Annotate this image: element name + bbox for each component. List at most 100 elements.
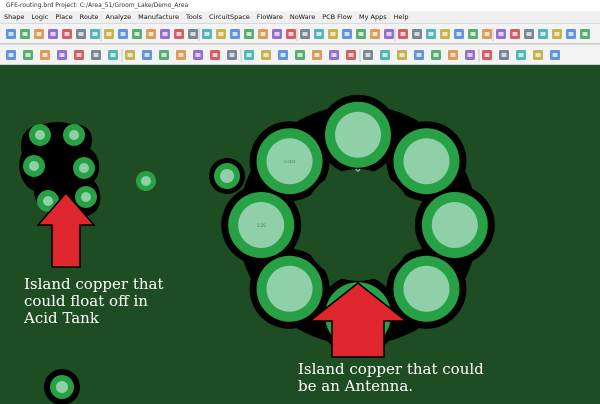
bundle-icon[interactable] [176,50,186,60]
left-pad[interactable] [23,155,45,177]
cross-section-icon[interactable] [482,50,492,60]
check-icon[interactable] [465,50,475,60]
ring-pad[interactable] [325,101,391,168]
boundary-icon[interactable] [397,50,407,60]
shape-icon[interactable] [216,29,226,39]
move-icon[interactable] [244,29,254,39]
signal-icon[interactable] [516,50,526,60]
ring-pad[interactable] [421,192,488,258]
void-icon[interactable] [329,50,339,60]
menu-logic[interactable]: Logic [31,13,48,21]
diff-pair-icon[interactable] [210,50,220,60]
tile-icon[interactable] [566,29,576,39]
menu-pcb-flow[interactable]: PCB Flow [322,13,352,21]
highlight-icon[interactable] [356,29,366,39]
menu-manufacture[interactable]: Manufacture [138,13,179,21]
menu-tools[interactable]: Tools [186,13,202,21]
ring-pad[interactable] [393,128,460,195]
menu-help[interactable]: Help [394,13,409,21]
ring-pad[interactable] [256,255,323,322]
color-icon[interactable] [370,29,380,39]
drc-icon[interactable] [48,29,58,39]
left-pad[interactable] [73,157,95,179]
custom-smooth-icon[interactable] [108,50,118,60]
timing-icon[interactable] [550,50,560,60]
vertex-icon[interactable] [125,50,135,60]
net-schedule-icon[interactable] [261,50,271,60]
undo-icon[interactable] [6,29,16,39]
info-icon[interactable] [440,29,450,39]
zoom-world-icon[interactable] [146,29,156,39]
ring-pad[interactable]: 1:25 [228,192,295,258]
zoom-in-icon[interactable] [76,29,86,39]
merge-icon[interactable] [346,50,356,60]
left-pad[interactable] [75,186,97,208]
export-icon[interactable] [580,29,590,39]
fill-icon[interactable] [380,50,390,60]
pcb-design-canvas[interactable]: 1:231:25s:ctet Island copper that could … [0,65,600,404]
menu-shape[interactable]: Shape [4,13,24,21]
report-icon[interactable] [300,29,310,39]
settings-icon[interactable] [552,29,562,39]
measure-icon[interactable] [272,29,282,39]
layer-icon[interactable] [188,29,198,39]
plane-icon[interactable] [312,50,322,60]
hourglass-icon[interactable] [431,50,441,60]
single-pad-a[interactable] [136,171,156,191]
pen-icon[interactable] [202,29,212,39]
menu-route[interactable]: Route [80,13,99,21]
zoom-out-icon[interactable] [90,29,100,39]
zoom-window-icon[interactable] [132,29,142,39]
menu-circuitspace[interactable]: CircuitSpace [209,13,250,21]
ring-pad[interactable] [393,255,460,322]
delay-tune-icon[interactable] [74,50,84,60]
menu-noware[interactable]: NoWare [290,13,315,21]
swap-icon[interactable] [482,29,492,39]
dimension-icon[interactable] [468,29,478,39]
menu-floware[interactable]: FloWare [257,13,283,21]
left-pad[interactable] [63,124,85,146]
flow-plan-icon[interactable] [193,50,203,60]
delete-icon[interactable] [258,29,268,39]
zoom-fit-icon[interactable] [104,29,114,39]
menu-my-apps[interactable]: My Apps [359,13,387,21]
redo-icon[interactable] [20,29,30,39]
ring-pad[interactable]: s:ctet [256,128,323,195]
auto-route-icon[interactable] [533,50,543,60]
add-connect-icon[interactable] [23,50,33,60]
alert-icon[interactable] [448,50,458,60]
fanout-icon[interactable] [57,50,67,60]
split-icon[interactable] [363,50,373,60]
single-pad-c[interactable] [44,369,80,404]
save-icon[interactable] [398,29,408,39]
left-pad[interactable] [29,124,51,146]
rat-icon[interactable] [227,50,237,60]
ratsnest-icon[interactable] [244,50,254,60]
route-icon[interactable] [34,29,44,39]
spread-icon[interactable] [91,50,101,60]
power-icon[interactable] [499,50,509,60]
help-icon[interactable] [426,29,436,39]
menu-analyze[interactable]: Analyze [106,13,132,21]
flow-icon[interactable] [496,29,506,39]
zoom-prev-icon[interactable] [118,29,128,39]
copy-icon[interactable] [230,29,240,39]
refresh-icon[interactable] [160,29,170,39]
grid-icon[interactable] [62,29,72,39]
shove-icon[interactable] [278,50,288,60]
cline-icon[interactable] [142,50,152,60]
visibility-icon[interactable] [384,29,394,39]
net-icon[interactable] [524,29,534,39]
select-icon[interactable] [6,50,16,60]
assign-net-icon[interactable] [414,50,424,60]
via-icon[interactable] [342,29,352,39]
slide-icon[interactable] [40,50,50,60]
option-icon[interactable] [454,29,464,39]
view-3d-icon[interactable] [174,29,184,39]
glossing-icon[interactable] [159,50,169,60]
find-icon[interactable] [286,29,296,39]
pin-icon[interactable] [328,29,338,39]
menu-place[interactable]: Place [55,13,72,21]
via-add-icon[interactable] [295,50,305,60]
chart-icon[interactable] [510,29,520,39]
